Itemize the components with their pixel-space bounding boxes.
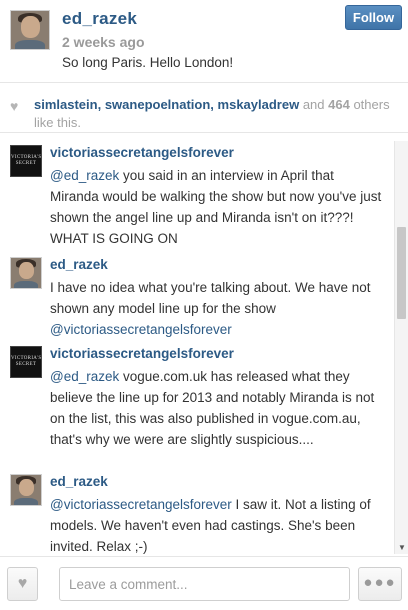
post-timestamp: 2 weeks ago — [62, 34, 145, 50]
commenter-avatar[interactable] — [10, 474, 42, 506]
comment-mention[interactable]: @victoriassecretangelsforever — [50, 322, 232, 337]
comment-mention[interactable]: @ed_razek — [50, 168, 119, 183]
liker-link[interactable]: simlastein — [34, 97, 98, 112]
comment: ed_razek @victoriassecretangelsforever I… — [0, 470, 392, 554]
comment-text: @ed_razek vogue.com.uk has released what… — [50, 369, 375, 447]
comment-footer: ♥ ●●● — [0, 556, 408, 610]
comment-mention[interactable]: @victoriassecretangelsforever — [50, 497, 232, 512]
comment-text: @ed_razek you said in an interview in Ap… — [50, 168, 382, 246]
liker-link[interactable]: mskayladrew — [218, 97, 300, 112]
commenter-avatar[interactable]: VICTORIA'S SECRET — [10, 346, 42, 378]
comment-mention[interactable]: @ed_razek — [50, 369, 119, 384]
comment-username[interactable]: victoriassecretangelsforever — [50, 145, 234, 160]
scrollbar-thumb[interactable] — [397, 227, 406, 319]
post-caption: So long Paris. Hello London! — [62, 55, 234, 70]
post-username[interactable]: ed_razek — [62, 9, 137, 29]
comment: ed_razek I have no idea what you're talk… — [0, 253, 392, 337]
commenter-avatar[interactable]: VICTORIA'S SECRET — [10, 145, 42, 177]
more-options-button[interactable]: ●●● — [358, 567, 402, 601]
commenter-avatar[interactable] — [10, 257, 42, 289]
post-header: ed_razek 2 weeks ago So long Paris. Hell… — [0, 0, 408, 83]
comment: VICTORIA'S SECRET victoriassecretangelsf… — [0, 342, 392, 468]
heart-icon: ♥ — [17, 575, 28, 592]
comment-text: I have no idea what you're talking about… — [50, 280, 371, 337]
likes-summary: ♥ simlastein, swanepoelnation, mskayladr… — [0, 93, 408, 133]
comment: VICTORIA'S SECRET victoriassecretangelsf… — [0, 141, 392, 246]
comment-username[interactable]: ed_razek — [50, 257, 108, 272]
follow-button[interactable]: Follow — [345, 5, 402, 30]
comment-username[interactable]: ed_razek — [50, 474, 108, 489]
comment-text: @victoriassecretangelsforever I saw it. … — [50, 497, 371, 554]
comment-username[interactable]: victoriassecretangelsforever — [50, 346, 234, 361]
ellipsis-icon: ●●● — [363, 574, 397, 591]
likes-count[interactable]: 464 — [328, 97, 350, 112]
avatar[interactable] — [10, 10, 50, 50]
comment-input[interactable] — [59, 567, 350, 601]
heart-icon: ♥ — [10, 98, 19, 114]
liker-link[interactable]: swanepoelnation — [105, 97, 210, 112]
comments-list: VICTORIA'S SECRET victoriassecretangelsf… — [0, 141, 392, 554]
comments-scrollbar[interactable]: ▼ — [394, 141, 408, 554]
likes-text: simlastein, swanepoelnation, mskayladrew… — [34, 97, 390, 130]
scroll-down-arrow-icon[interactable]: ▼ — [398, 543, 406, 552]
like-button[interactable]: ♥ — [7, 567, 38, 601]
